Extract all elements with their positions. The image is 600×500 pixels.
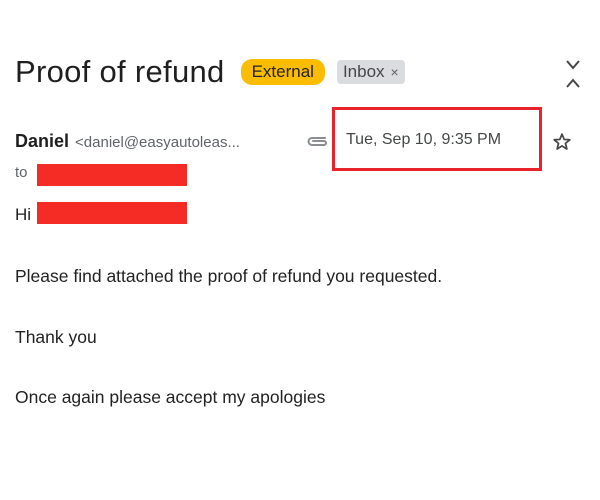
recipient-row: to: [15, 164, 28, 181]
sender-email: <daniel@easyautoleas...: [75, 134, 240, 151]
body-line: Thank you: [15, 327, 97, 347]
star-outline-icon[interactable]: [551, 131, 573, 153]
email-subject: Proof of refund: [15, 54, 225, 89]
email-date: Tue, Sep 10, 9:35 PM: [346, 131, 502, 148]
redacted-recipient: [37, 164, 187, 186]
label-inbox[interactable]: Inbox ×: [336, 60, 405, 84]
subject-row: Proof of refund External Inbox ×: [15, 54, 405, 90]
paperclip-icon: [307, 137, 327, 146]
redacted-name: [37, 202, 187, 224]
recipient-prefix: to: [15, 164, 28, 181]
body-line: Please find attached the proof of refund…: [15, 266, 443, 286]
unfold-less-icon[interactable]: [562, 58, 584, 90]
label-inbox-text: Inbox: [342, 62, 385, 81]
body-line: Once again please accept my apologies: [15, 387, 326, 407]
greeting: Hi: [15, 205, 32, 224]
remove-label-icon[interactable]: ×: [391, 62, 399, 82]
label-external[interactable]: External: [240, 59, 325, 85]
sender-row: Daniel <daniel@easyautoleas...: [15, 131, 240, 152]
email-view: Proof of refund External Inbox × Daniel …: [0, 0, 600, 500]
sender-name[interactable]: Daniel: [15, 131, 69, 152]
